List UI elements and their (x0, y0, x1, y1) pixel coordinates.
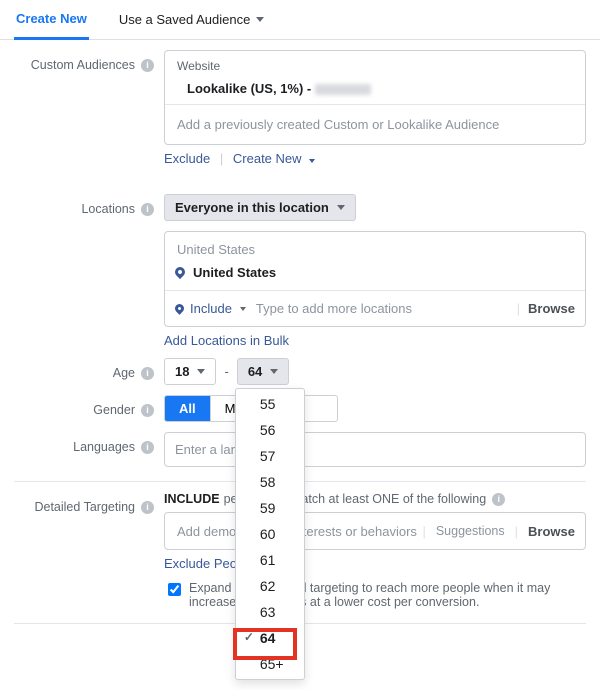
custom-audiences-panel: Website Lookalike (US, 1%) - Add a previ… (164, 50, 586, 145)
languages-label: Languages (73, 440, 135, 454)
age-option[interactable]: 57 (236, 443, 304, 469)
info-icon[interactable]: i (141, 404, 154, 417)
age-label: Age (113, 366, 135, 380)
age-option[interactable]: 65+ (236, 651, 304, 677)
info-icon[interactable]: i (141, 59, 154, 72)
include-dropdown[interactable]: Include (175, 301, 246, 316)
gender-all-button[interactable]: All (165, 396, 211, 421)
age-option[interactable]: 59 (236, 495, 304, 521)
age-option[interactable]: 55 (236, 391, 304, 417)
detailed-targeting-panel: | Suggestions | Browse (164, 512, 586, 550)
info-icon[interactable]: i (492, 493, 505, 506)
chevron-down-icon (197, 369, 205, 374)
audience-input[interactable]: Add a previously created Custom or Looka… (165, 104, 585, 144)
custom-audiences-label: Custom Audiences (31, 58, 135, 72)
chevron-down-icon (240, 307, 246, 311)
age-option[interactable]: 63 (236, 599, 304, 625)
age-option[interactable]: 61 (236, 547, 304, 573)
pin-icon (173, 302, 186, 315)
locations-label: Locations (81, 202, 135, 216)
detailed-targeting-label: Detailed Targeting (34, 500, 135, 514)
location-scope-dropdown[interactable]: Everyone in this location (164, 194, 356, 221)
exclude-link[interactable]: Exclude (164, 151, 210, 166)
location-input[interactable] (254, 297, 509, 320)
tab-create-new[interactable]: Create New (14, 0, 89, 40)
browse-targeting[interactable]: Browse (528, 524, 575, 539)
chevron-down-icon (270, 369, 278, 374)
gender-label: Gender (93, 403, 135, 417)
audience-source: Website (165, 51, 585, 81)
age-option[interactable]: 56 (236, 417, 304, 443)
lookalike-item[interactable]: Lookalike (US, 1%) - (165, 81, 585, 104)
create-new-link[interactable]: Create New (233, 151, 315, 166)
redacted-text (315, 84, 371, 95)
info-icon[interactable]: i (141, 203, 154, 216)
age-option[interactable]: 58 (236, 469, 304, 495)
age-option[interactable]: 60 (236, 521, 304, 547)
chevron-down-icon (337, 205, 345, 210)
expand-targeting-checkbox[interactable] (168, 583, 181, 596)
location-country-header: United States (165, 232, 585, 261)
chevron-down-icon (309, 159, 315, 163)
add-locations-bulk-link[interactable]: Add Locations in Bulk (164, 333, 289, 348)
locations-panel: United States United States Include | Br… (164, 231, 586, 327)
tab-create-new-label: Create New (16, 11, 87, 26)
suggestions-link[interactable]: Suggestions (436, 524, 505, 538)
age-max-dropdown[interactable]: 64 (237, 358, 289, 385)
divider: | (220, 151, 223, 166)
tab-saved-audience-label: Use a Saved Audience (119, 12, 251, 27)
info-icon[interactable]: i (141, 501, 154, 514)
chevron-down-icon (256, 17, 264, 22)
age-min-dropdown[interactable]: 18 (164, 358, 216, 385)
include-heading: INCLUDE people who match at least ONE of… (164, 492, 586, 506)
pin-icon (173, 265, 187, 279)
browse-locations[interactable]: Browse (528, 301, 575, 316)
dash: - (224, 364, 228, 379)
age-max-menu: 5556575859606162636465+ (235, 388, 305, 680)
age-option[interactable]: 64 (236, 625, 304, 651)
age-option[interactable]: 62 (236, 573, 304, 599)
info-icon[interactable]: i (141, 367, 154, 380)
info-icon[interactable]: i (141, 441, 154, 454)
languages-input[interactable] (164, 432, 586, 467)
location-item[interactable]: United States (165, 261, 585, 290)
tab-saved-audience[interactable]: Use a Saved Audience (117, 0, 267, 40)
